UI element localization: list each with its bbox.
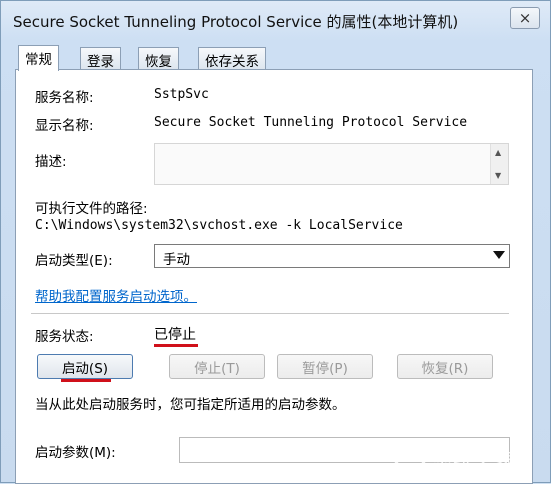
tab-label: 恢复 [145, 54, 172, 70]
resume-button-label: 恢复(R) [421, 360, 469, 377]
service-status-value: 已停止 [154, 327, 196, 343]
description-scrollbar[interactable]: ▲ ▼ [490, 144, 508, 184]
stop-button[interactable]: 停止(T) [169, 354, 265, 379]
tab-label: 常规 [25, 52, 52, 68]
help-link[interactable]: 帮助我配置服务启动选项。 [35, 285, 197, 305]
close-icon: × [518, 9, 532, 27]
title-bar[interactable]: Secure Socket Tunneling Protocol Service… [1, 1, 550, 41]
service-name-value: SstpSvc [154, 87, 209, 102]
start-underline-annotation [61, 379, 111, 382]
close-button[interactable]: × [510, 7, 540, 29]
pause-button-label: 暂停(P) [302, 360, 348, 377]
resume-button[interactable]: 恢复(R) [397, 354, 493, 379]
scroll-down-icon[interactable]: ▼ [495, 171, 501, 180]
exec-path-value: C:\Windows\system32\svchost.exe -k Local… [35, 218, 403, 233]
window-title: Secure Socket Tunneling Protocol Service… [13, 13, 459, 31]
start-params-label: 启动参数(M): [35, 445, 116, 461]
watermark-logo: 系统之家 [392, 436, 542, 476]
tab-recovery[interactable]: 恢复 [138, 47, 179, 70]
service-name-label: 服务名称: [35, 90, 94, 106]
start-button[interactable]: 启动(S) [37, 354, 133, 379]
start-hint-text: 当从此处启动服务时，您可指定所适用的启动参数。 [35, 397, 346, 413]
pause-button[interactable]: 暂停(P) [277, 354, 373, 379]
display-name-label: 显示名称: [35, 118, 94, 134]
display-name-value: Secure Socket Tunneling Protocol Service [154, 115, 468, 130]
divider [31, 313, 509, 314]
status-underline-annotation [154, 344, 198, 347]
stop-button-label: 停止(T) [194, 360, 240, 377]
startup-type-select[interactable]: 手动 [154, 244, 510, 268]
tab-label: 依存关系 [205, 54, 259, 70]
watermark-text: 系统之家 [432, 448, 516, 472]
scroll-up-icon[interactable]: ▲ [495, 148, 501, 157]
service-status-label: 服务状态: [35, 329, 94, 345]
chevron-down-icon [493, 251, 505, 259]
tab-general[interactable]: 常规 [18, 45, 59, 71]
tab-label: 登录 [87, 54, 114, 70]
startup-type-label: 启动类型(E): [35, 253, 113, 269]
tab-logon[interactable]: 登录 [80, 47, 121, 70]
properties-window: Secure Socket Tunneling Protocol Service… [0, 0, 551, 484]
exec-path-label: 可执行文件的路径: [35, 201, 148, 217]
description-box[interactable]: ▲ ▼ [154, 143, 509, 185]
startup-type-value: 手动 [163, 252, 190, 268]
description-label: 描述: [35, 154, 67, 170]
start-button-label: 启动(S) [61, 360, 109, 377]
tab-dependencies[interactable]: 依存关系 [198, 47, 266, 70]
